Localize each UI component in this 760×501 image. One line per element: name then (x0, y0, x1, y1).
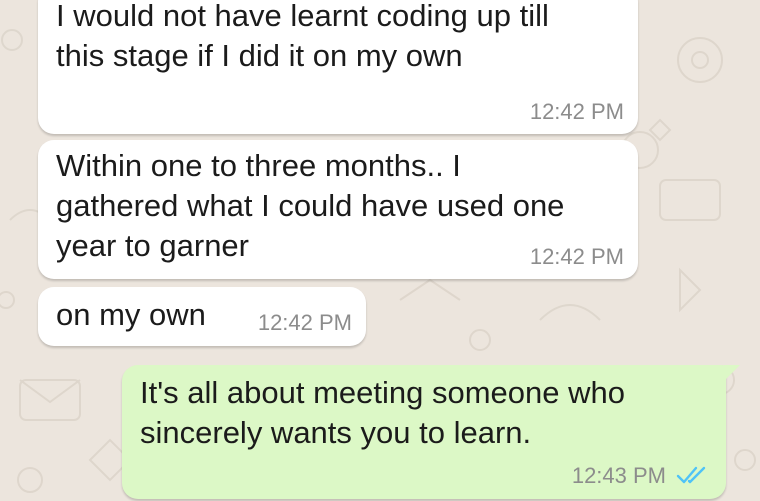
message-timestamp: 12:42 PM (529, 244, 624, 269)
double-check-read-icon (676, 466, 706, 484)
message-text: I would not have learnt coding up till t… (56, 0, 549, 73)
bubble-tail (724, 365, 740, 381)
message-text: It's all about meeting someone who since… (140, 375, 625, 450)
message-text: on my own (56, 297, 206, 332)
message-bubble-incoming[interactable]: on my own 12:42 PM (38, 287, 366, 346)
message-bubble-incoming[interactable]: I would not have learnt coding up till t… (38, 0, 638, 134)
message-bubble-outgoing[interactable]: It's all about meeting someone who since… (122, 365, 740, 499)
message-timestamp: 12:43 PM (571, 463, 666, 488)
message-timestamp: 12:42 PM (529, 99, 624, 124)
message-timestamp: 12:42 PM (257, 310, 352, 335)
message-bubble-incoming[interactable]: Within one to three months.. I gathered … (38, 140, 638, 279)
